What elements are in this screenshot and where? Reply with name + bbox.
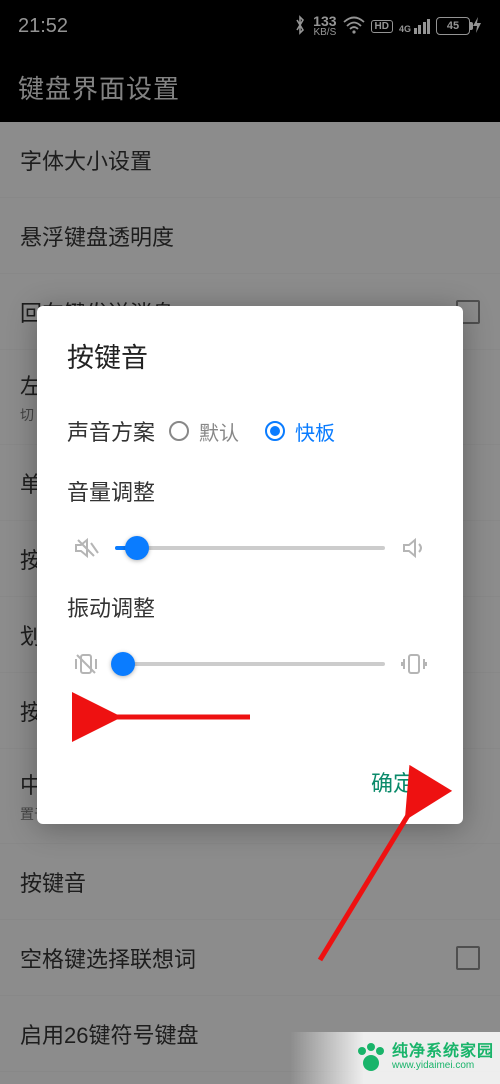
volume-thumb[interactable] xyxy=(125,536,149,560)
ok-button[interactable]: 确定 xyxy=(353,760,433,804)
radio-default-label[interactable]: 默认 xyxy=(199,417,239,446)
vibrate-section: 振动调整 xyxy=(67,591,433,679)
radio-default[interactable] xyxy=(169,421,189,441)
volume-label: 音量调整 xyxy=(67,475,433,507)
watermark-logo-icon xyxy=(354,1041,388,1075)
mute-icon xyxy=(71,533,101,563)
vibrate-on-icon xyxy=(399,649,429,679)
watermark-brand: 纯净系统家园 xyxy=(392,1044,494,1061)
key-sound-dialog: 按键音 声音方案 默认 快板 音量调整 振动调整 xyxy=(37,306,463,824)
watermark-url: www.yidaimei.com xyxy=(392,1061,494,1072)
radio-clapper-label[interactable]: 快板 xyxy=(295,417,335,446)
vibrate-label: 振动调整 xyxy=(67,591,433,623)
speaker-icon xyxy=(399,533,429,563)
vibrate-thumb[interactable] xyxy=(111,652,135,676)
radio-clapper[interactable] xyxy=(265,421,285,441)
volume-slider[interactable] xyxy=(115,546,385,550)
vibrate-slider[interactable] xyxy=(115,662,385,666)
scheme-label: 声音方案 xyxy=(67,415,155,447)
vibrate-off-icon xyxy=(71,649,101,679)
dialog-title: 按键音 xyxy=(67,336,433,375)
sound-scheme-row: 声音方案 默认 快板 xyxy=(67,415,433,447)
volume-section: 音量调整 xyxy=(67,475,433,563)
watermark: 纯净系统家园 www.yidaimei.com xyxy=(290,1032,500,1084)
